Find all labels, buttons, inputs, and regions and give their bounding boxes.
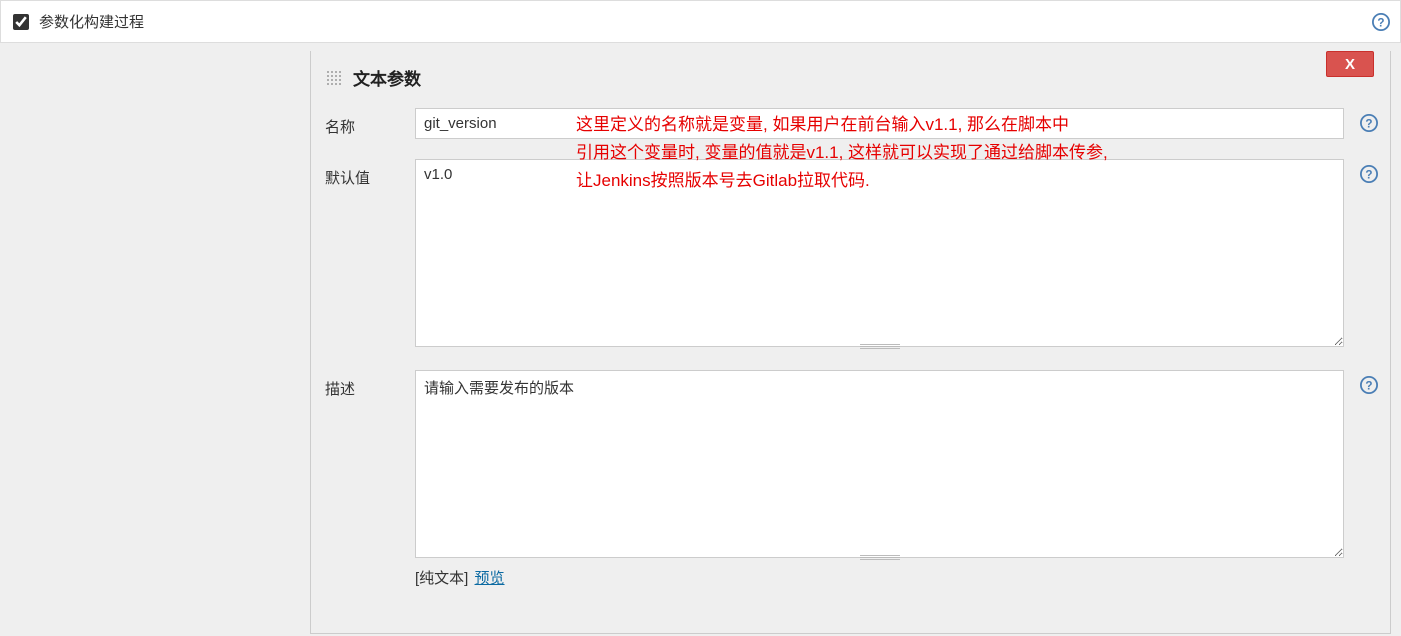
svg-text:?: ? [1365,118,1372,131]
name-label: 名称 [325,108,415,139]
help-icon[interactable]: ? [1360,376,1378,394]
parameterize-build-label: 参数化构建过程 [39,11,144,32]
resize-handle-icon[interactable] [860,554,900,560]
close-icon: X [1345,56,1355,73]
description-field-wrapper [415,370,1344,561]
name-row: 名称 ? [325,108,1380,139]
help-icon[interactable]: ? [1372,13,1390,31]
description-footer: [纯文本] 预览 [415,567,1380,588]
resize-handle-icon[interactable] [860,343,900,349]
text-parameter-block: X 文本参数 名称 ? 默认值 ? 描述 [310,51,1391,634]
help-icon[interactable]: ? [1360,165,1378,183]
delete-parameter-button[interactable]: X [1326,51,1374,77]
default-value-label: 默认值 [325,159,415,350]
preview-link[interactable]: 预览 [475,570,505,587]
parameterize-build-section: 参数化构建过程 ? [0,0,1401,43]
default-value-field-wrapper [415,159,1344,350]
plain-text-label: [纯文本] [415,570,468,587]
svg-text:?: ? [1365,169,1372,182]
parameterize-build-checkbox[interactable] [13,14,29,30]
default-value-textarea[interactable] [415,159,1344,347]
main-area: X 文本参数 名称 ? 默认值 ? 描述 [0,43,1401,634]
name-field-wrapper [415,108,1344,139]
parameter-title: 文本参数 [353,65,421,90]
description-label: 描述 [325,370,415,561]
description-textarea[interactable] [415,370,1344,558]
description-row: 描述 ? [325,370,1380,561]
drag-handle-icon[interactable] [325,69,343,87]
svg-text:?: ? [1377,16,1384,29]
parameter-title-row: 文本参数 [325,65,1380,90]
left-spacer [0,43,310,634]
default-value-row: 默认值 ? [325,159,1380,350]
help-icon[interactable]: ? [1360,114,1378,132]
svg-text:?: ? [1365,380,1372,393]
name-input[interactable] [415,108,1344,139]
